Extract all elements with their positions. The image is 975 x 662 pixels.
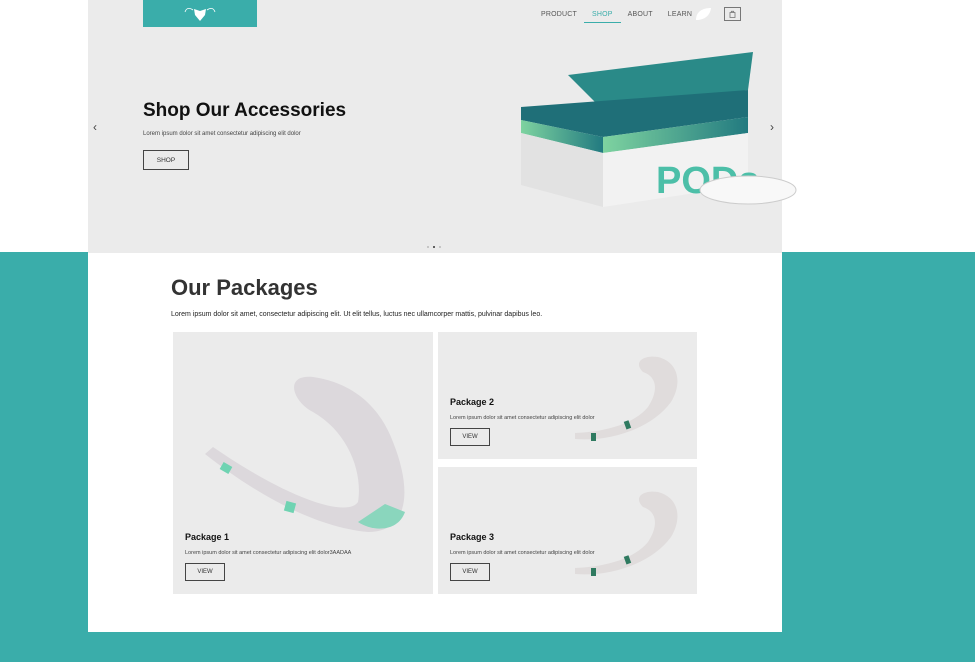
logo[interactable] (143, 0, 257, 27)
package-title: Package 2 (450, 397, 495, 407)
package-title: Package 3 (450, 532, 495, 542)
shop-button[interactable]: SHOP (143, 150, 189, 170)
packages-description: Lorem ipsum dolor sit amet, consectetur … (171, 311, 543, 318)
device-image (575, 356, 678, 441)
device-image (575, 491, 678, 576)
nav-about[interactable]: ABOUT (628, 10, 653, 23)
packages-title: Our Packages (171, 275, 318, 300)
nav-product[interactable]: PRODUCT (541, 10, 577, 23)
package-card-1: Package 1 Lorem ipsum dolor sit amet con… (173, 332, 433, 594)
page-panel: PRODUCT SHOP ABOUT LEARN Shop Our Access… (88, 0, 797, 632)
package-text: Lorem ipsum dolor sit amet consectetur a… (450, 415, 595, 421)
package-title: Package 1 (185, 532, 230, 542)
carousel-dot[interactable] (427, 246, 429, 248)
main-nav: PRODUCT SHOP ABOUT LEARN (541, 10, 707, 23)
package-card-2: Package 2 Lorem ipsum dolor sit amet con… (438, 332, 697, 459)
pods-box-image: PODs (521, 52, 797, 207)
nav-learn[interactable]: LEARN (668, 10, 692, 23)
prev-slide-arrow[interactable]: ‹ (93, 120, 97, 134)
carousel-dots (427, 246, 441, 248)
nav-shop[interactable]: SHOP (584, 10, 621, 23)
device-image (205, 376, 405, 532)
hero-carousel: PRODUCT SHOP ABOUT LEARN Shop Our Access… (88, 0, 797, 253)
package-text: Lorem ipsum dolor sit amet consectetur a… (450, 550, 595, 556)
hero-text: Lorem ipsum dolor sit amet consectetur a… (143, 131, 301, 137)
bag-icon (729, 10, 736, 18)
view-button[interactable]: VIEW (450, 428, 490, 446)
view-button[interactable]: VIEW (450, 563, 490, 581)
leaf-icon[interactable] (694, 6, 712, 22)
logo-icon (184, 7, 216, 21)
package-card-3: Package 3 Lorem ipsum dolor sit amet con… (438, 467, 697, 594)
cart-button[interactable] (724, 7, 741, 21)
carousel-dot-active[interactable] (433, 246, 435, 248)
hero-title: Shop Our Accessories (143, 100, 347, 121)
view-button[interactable]: VIEW (185, 563, 225, 581)
package-text: Lorem ipsum dolor sit amet consectetur a… (185, 550, 352, 556)
carousel-dot[interactable] (439, 246, 441, 248)
